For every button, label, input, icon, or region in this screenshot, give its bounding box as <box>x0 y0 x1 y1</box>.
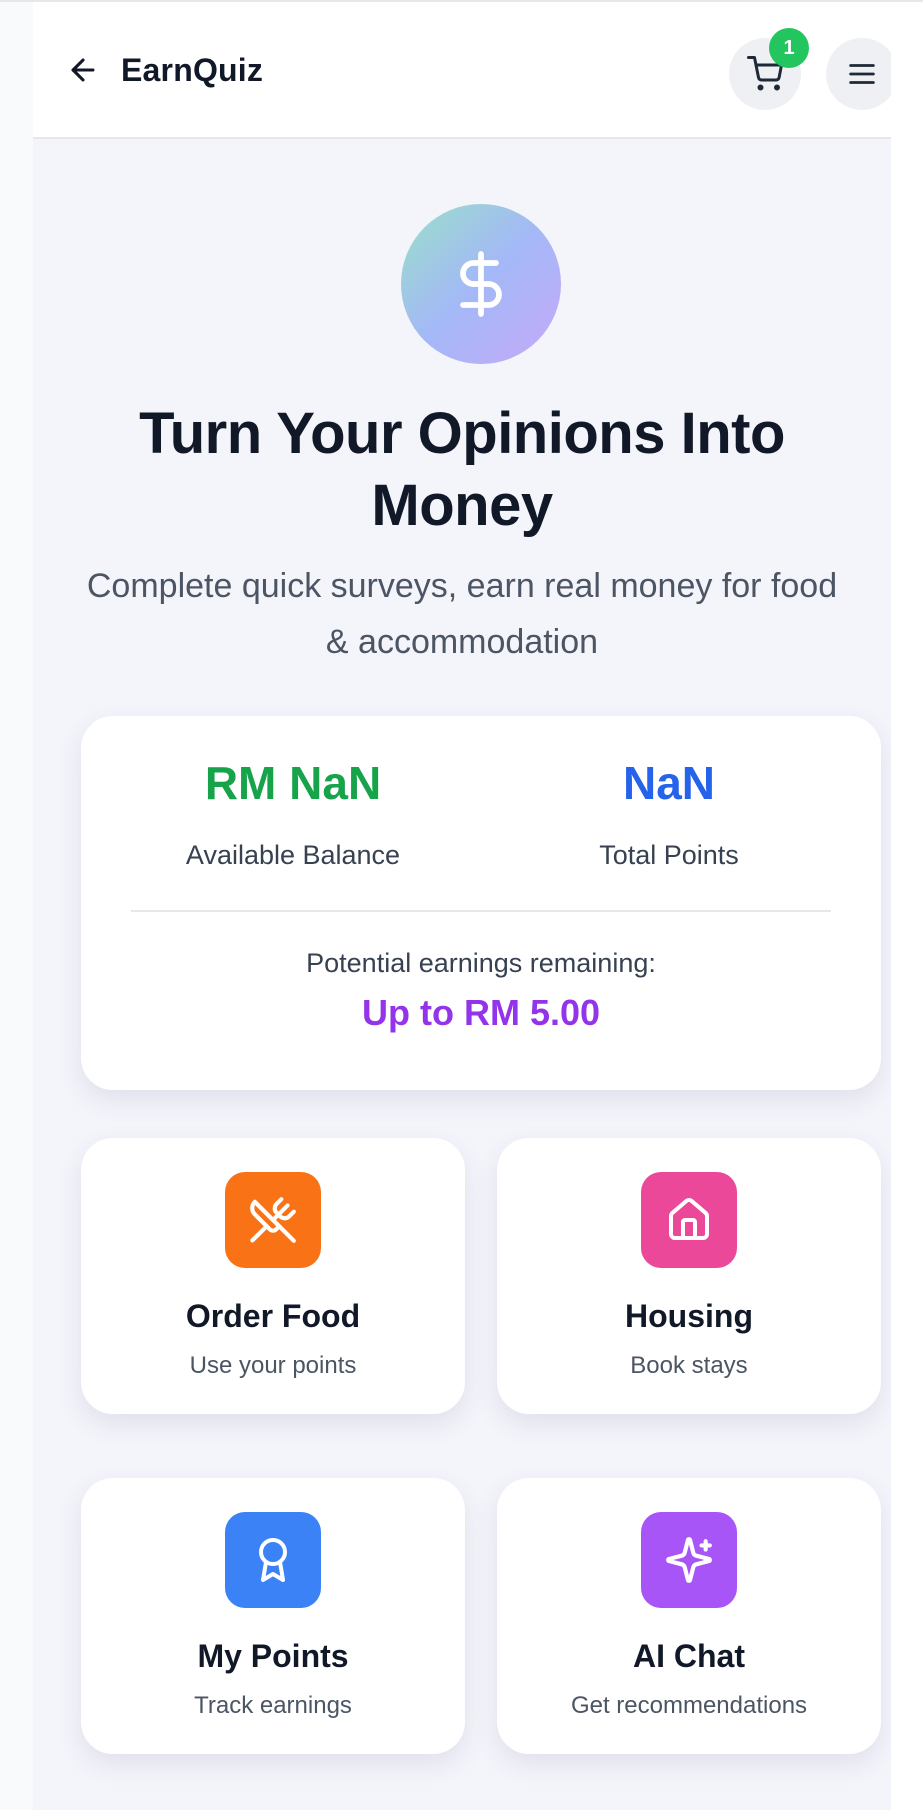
utensils-crossed-icon <box>250 1197 296 1243</box>
top-header: EarnQuiz 1 <box>33 2 891 139</box>
my-points-card[interactable]: My Points Track earnings <box>81 1478 465 1754</box>
cart-count-badge: 1 <box>769 28 809 68</box>
hamburger-menu-icon <box>849 64 875 84</box>
potential-earnings-label: Potential earnings remaining: <box>306 948 656 978</box>
points-label: Total Points <box>599 840 739 870</box>
hero-subtitle: Complete quick surveys, earn real money … <box>86 567 838 661</box>
home-icon <box>669 1198 709 1240</box>
feature-icon-tile <box>641 1172 737 1268</box>
menu-button[interactable] <box>826 38 891 110</box>
feature-icon-tile <box>225 1172 321 1268</box>
feature-subtitle: Use your points <box>189 1352 357 1379</box>
earnings-summary-card: RM NaN Available Balance NaN Total Point… <box>81 716 881 1090</box>
back-button[interactable] <box>63 50 103 90</box>
potential-earnings-value: Up to RM 5.00 <box>361 992 601 1033</box>
app-container: EarnQuiz 1 Turn Your Opinions Into Money… <box>33 2 891 1810</box>
sparkles-icon <box>666 1537 712 1583</box>
award-icon <box>259 1538 287 1582</box>
feature-title: AI Chat <box>633 1638 745 1674</box>
feature-title: Housing <box>625 1298 753 1334</box>
feature-title: My Points <box>197 1638 349 1674</box>
feature-subtitle: Track earnings <box>194 1692 352 1719</box>
left-frame <box>0 2 33 1810</box>
feature-icon-tile <box>225 1512 321 1608</box>
balance-value: RM NaN <box>204 757 382 809</box>
balance-label: Available Balance <box>185 840 401 870</box>
feature-icon-tile <box>641 1512 737 1608</box>
arrow-left-icon <box>71 58 95 82</box>
hero-title: Turn Your Opinions Into Money <box>139 401 785 538</box>
stats-divider <box>131 910 831 912</box>
housing-card[interactable]: Housing Book stays <box>497 1138 881 1414</box>
feature-subtitle: Get recommendations <box>570 1692 808 1719</box>
hero-dollar-badge <box>401 204 561 364</box>
feature-subtitle: Book stays <box>630 1352 748 1379</box>
dollar-sign-icon <box>460 251 502 317</box>
right-frame <box>891 2 923 1810</box>
app-title: EarnQuiz <box>121 52 264 88</box>
ai-chat-card[interactable]: AI Chat Get recommendations <box>497 1478 881 1754</box>
feature-title: Order Food <box>185 1298 361 1334</box>
points-value: NaN <box>622 757 716 809</box>
order-food-card[interactable]: Order Food Use your points <box>81 1138 465 1414</box>
